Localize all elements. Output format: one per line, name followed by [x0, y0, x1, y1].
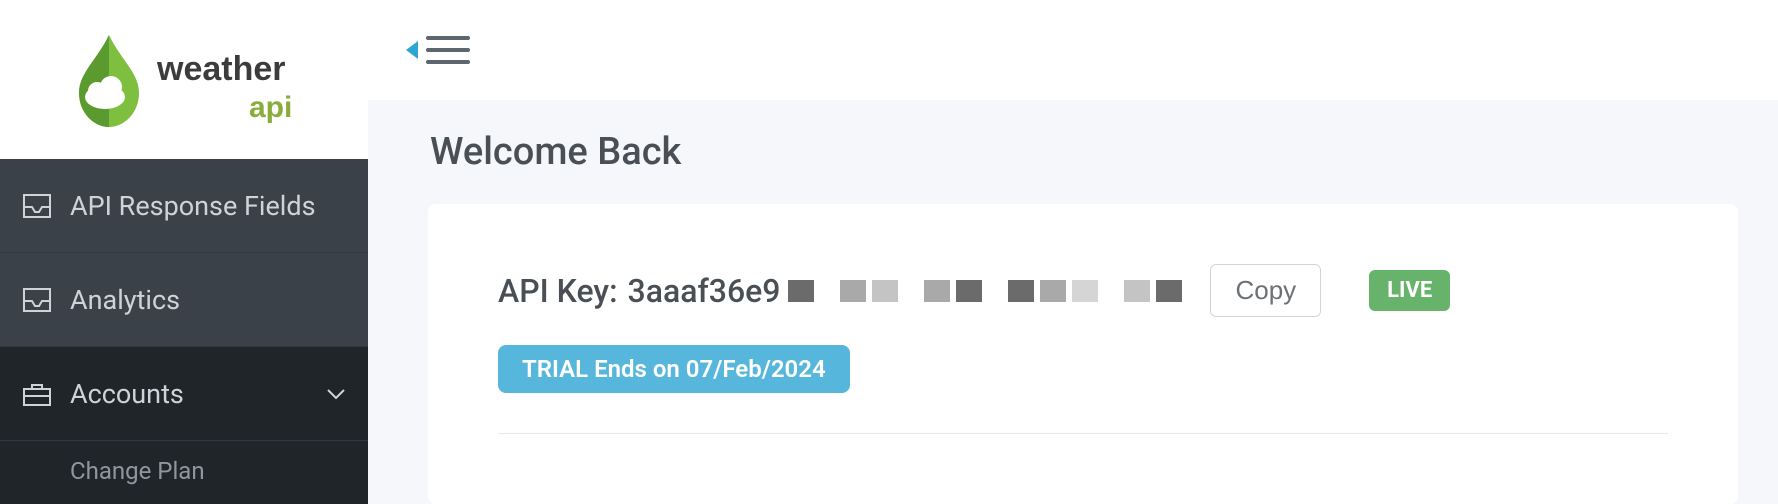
topbar [368, 0, 1778, 100]
api-key-row: API Key: 3aaaf36e9 Copy LIVE [498, 264, 1668, 317]
hamburger-icon [426, 34, 470, 66]
logo-text-api: api [249, 91, 292, 124]
sidebar-nav: API Response Fields Analytics Accounts [0, 159, 368, 504]
chevron-down-icon [326, 387, 346, 401]
copy-button[interactable]: Copy [1210, 264, 1321, 317]
sidebar-item-label: API Response Fields [70, 190, 316, 222]
sidebar-subitem-label: Change Plan [70, 457, 205, 485]
sidebar-subitem-change-plan[interactable]: Change Plan [0, 441, 368, 501]
api-key-visible-prefix: 3aaaf36e9 [628, 272, 781, 310]
card-divider [498, 433, 1668, 434]
sidebar-item-accounts[interactable]: Accounts [0, 347, 368, 441]
menu-toggle-button[interactable] [404, 34, 470, 66]
page-title: Welcome Back [430, 130, 1778, 174]
api-key-card: API Key: 3aaaf36e9 Copy LIVE TRIAL Ends … [428, 204, 1738, 504]
api-key-label: API Key: [498, 272, 618, 310]
logo-area: weather api [0, 0, 368, 159]
inbox-icon [22, 287, 52, 313]
sidebar-item-analytics[interactable]: Analytics [0, 253, 368, 347]
sidebar-item-label: Analytics [70, 284, 180, 316]
inbox-icon [22, 193, 52, 219]
sidebar: weather api API Response Fields Analytic… [0, 0, 368, 504]
sidebar-item-label: Accounts [70, 378, 184, 410]
api-key-redacted [788, 280, 1182, 302]
briefcase-icon [22, 381, 52, 407]
logo-text-weather: weather [156, 50, 286, 88]
main-area: Welcome Back API Key: 3aaaf36e9 Copy [368, 0, 1778, 504]
sidebar-item-api-response-fields[interactable]: API Response Fields [0, 159, 368, 253]
caret-left-icon [404, 39, 420, 61]
status-badge: LIVE [1369, 270, 1450, 311]
api-key-display: API Key: 3aaaf36e9 [498, 272, 1182, 310]
weatherapi-logo: weather api [69, 25, 299, 135]
trial-badge: TRIAL Ends on 07/Feb/2024 [498, 345, 850, 393]
